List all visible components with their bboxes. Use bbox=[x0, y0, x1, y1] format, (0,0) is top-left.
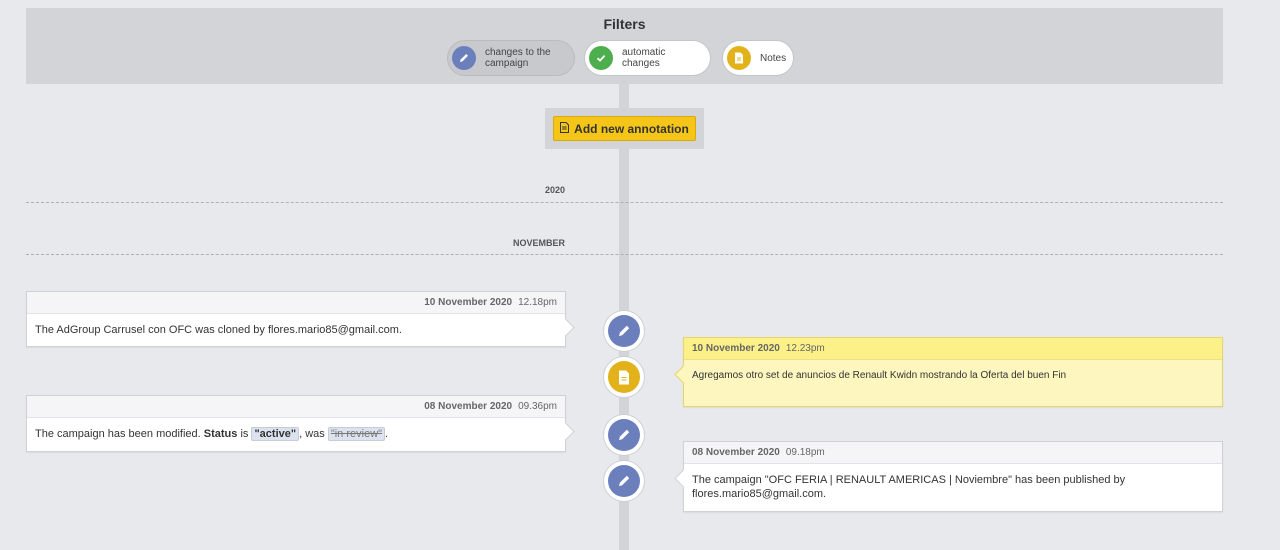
entry-text: The campaign has been modified. Status i… bbox=[27, 418, 565, 450]
filters-title: Filters bbox=[603, 16, 646, 32]
entry-time: 09.18pm bbox=[785, 447, 825, 458]
entry-text: Agregamos otro set de anuncios de Renaul… bbox=[692, 370, 1067, 381]
filter-notes[interactable]: Notes bbox=[722, 40, 794, 76]
entry-time: 09.36pm bbox=[518, 401, 557, 412]
filter-label: automatic changes bbox=[622, 47, 666, 69]
filter-changes-to-campaign[interactable]: changes to the campaign bbox=[447, 40, 575, 76]
entry-header: 08 November 2020 09.18pm bbox=[684, 442, 1222, 464]
change-node[interactable] bbox=[604, 415, 644, 455]
year-divider bbox=[26, 202, 1223, 203]
filter-label: changes to the campaign bbox=[485, 47, 551, 69]
document-icon bbox=[608, 361, 640, 393]
entry-header: 10 November 2020 12.23pm bbox=[684, 338, 1222, 360]
month-label: NOVEMBER bbox=[512, 238, 565, 248]
field-name: Status bbox=[203, 428, 238, 440]
filter-automatic-changes[interactable]: automatic changes bbox=[584, 40, 711, 76]
month-divider bbox=[26, 254, 1223, 255]
add-new-annotation-button[interactable]: Add new annotation bbox=[553, 116, 696, 141]
was-word: , was bbox=[299, 428, 328, 440]
entry-date: 08 November 2020 bbox=[424, 401, 513, 412]
timeline-note-entry: 10 November 2020 12.23pm Agregamos otro … bbox=[683, 337, 1223, 407]
add-annotation-container: Add new annotation bbox=[545, 108, 704, 149]
timeline-entry: 08 November 2020 09.36pm The campaign ha… bbox=[26, 395, 566, 452]
document-icon bbox=[560, 121, 570, 136]
entry-time: 12.18pm bbox=[518, 297, 557, 308]
filters-panel: Filters changes to the campaign automati… bbox=[26, 8, 1223, 84]
document-icon bbox=[727, 46, 751, 70]
pencil-icon bbox=[608, 465, 640, 497]
entry-date: 10 November 2020 bbox=[424, 297, 513, 308]
entry-text-prefix: The campaign has been modified. bbox=[35, 428, 204, 440]
entry-header: 10 November 2020 12.18pm bbox=[27, 292, 565, 314]
timeline-entry: 10 November 2020 12.18pm The AdGroup Car… bbox=[26, 291, 566, 347]
new-value-tag: "active" bbox=[251, 427, 300, 441]
old-value-tag: "in review" bbox=[327, 427, 386, 441]
pencil-icon bbox=[452, 46, 476, 70]
entry-time: 12.23pm bbox=[785, 343, 825, 354]
entry-text: The AdGroup Carrusel con OFC was cloned … bbox=[35, 324, 402, 336]
note-node[interactable] bbox=[604, 357, 644, 397]
is-word: is bbox=[237, 428, 252, 440]
entry-date: 10 November 2020 bbox=[692, 343, 780, 354]
entry-header: 08 November 2020 09.36pm bbox=[27, 396, 565, 418]
pencil-icon bbox=[608, 315, 640, 347]
filter-label: Notes bbox=[760, 52, 787, 64]
check-icon bbox=[589, 46, 613, 70]
add-button-label: Add new annotation bbox=[574, 121, 689, 136]
change-node[interactable] bbox=[604, 311, 644, 351]
timeline-entry: 08 November 2020 09.18pm The campaign "O… bbox=[683, 441, 1223, 512]
entry-date: 08 November 2020 bbox=[692, 447, 780, 458]
change-node[interactable] bbox=[604, 461, 644, 501]
entry-text-suffix: . bbox=[385, 428, 389, 440]
year-label: 2020 bbox=[544, 185, 565, 195]
entry-text: The campaign "OFC FERIA | RENAULT AMERIC… bbox=[692, 474, 1126, 500]
pencil-icon bbox=[608, 419, 640, 451]
